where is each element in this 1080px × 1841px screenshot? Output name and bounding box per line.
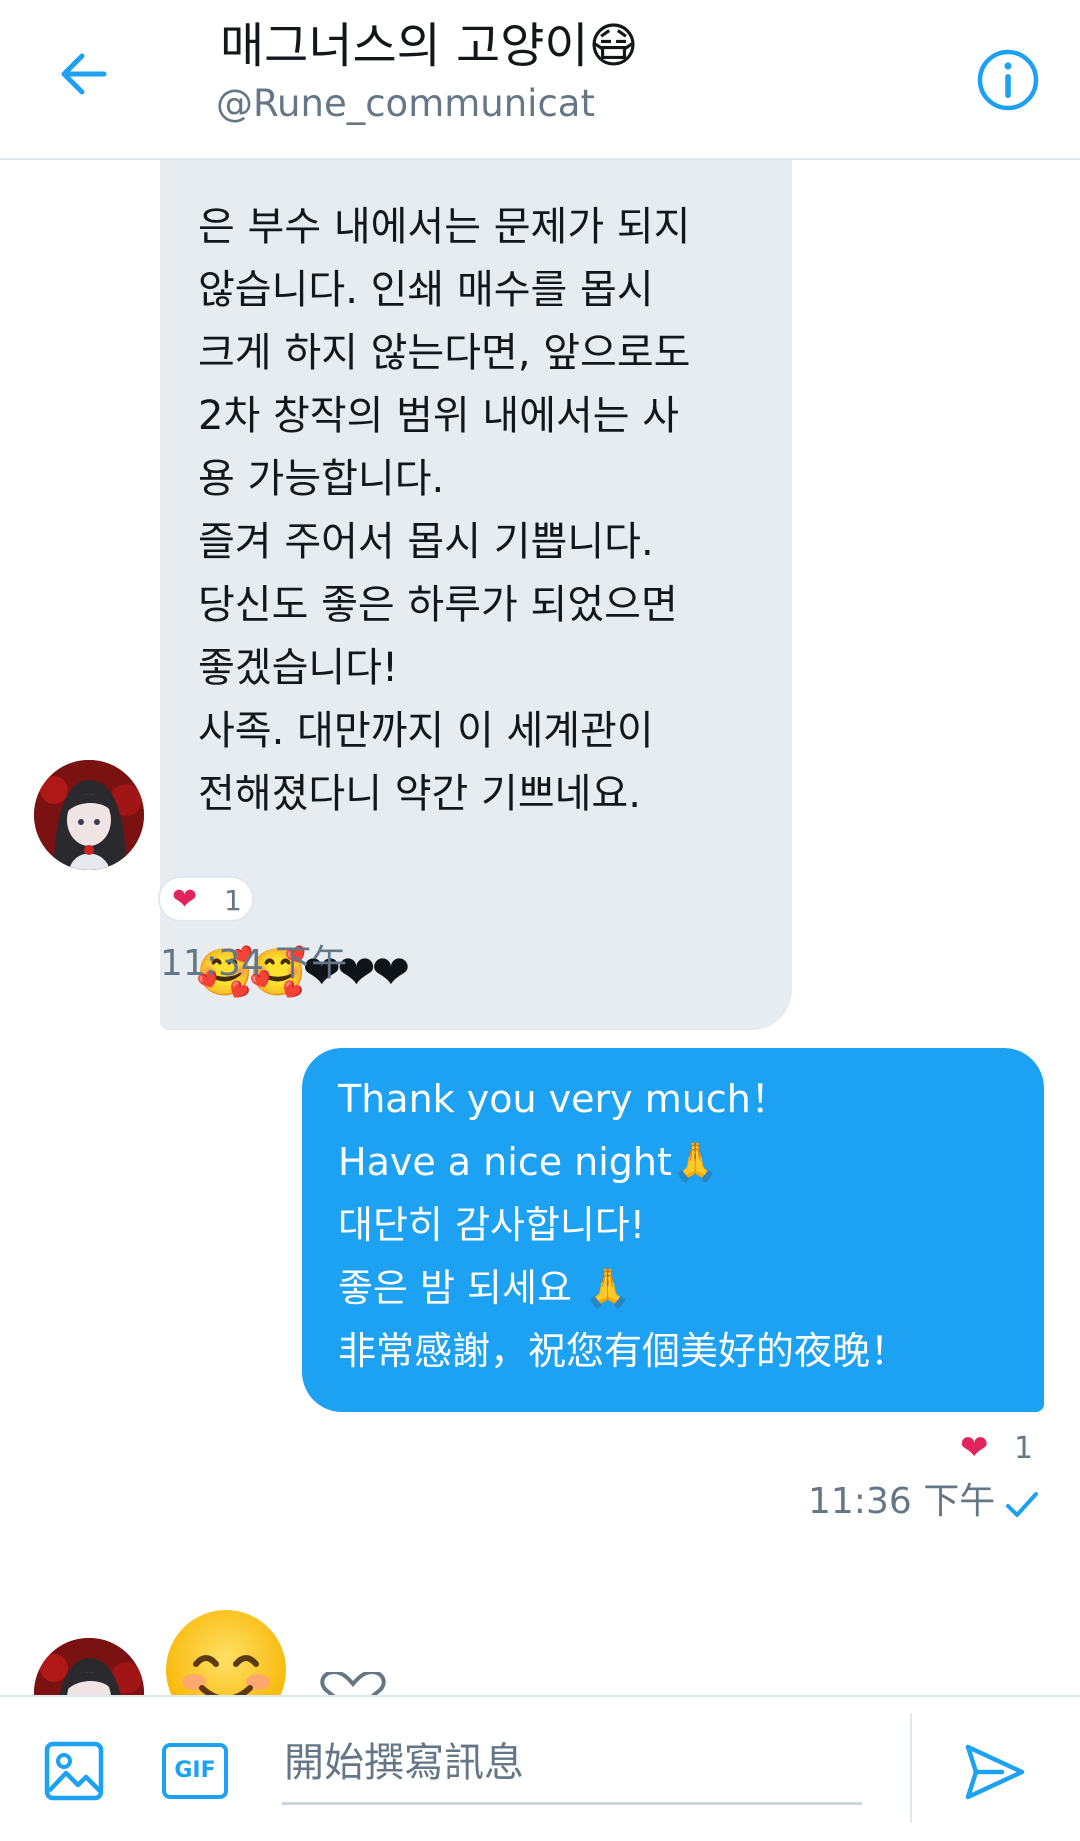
received-reaction-pill[interactable]: ❤ 1 xyxy=(158,876,254,922)
heart-icon: ❤ xyxy=(960,1428,989,1468)
sent-message-text: Thank you very much！ Have a nice night🙏 … xyxy=(338,1077,909,1373)
info-icon[interactable] xyxy=(976,48,1040,112)
sent-reaction[interactable]: ❤ 1 xyxy=(960,1424,1040,1474)
checkmark-icon xyxy=(1006,1492,1038,1517)
avatar[interactable] xyxy=(34,1638,144,1695)
conversation-handle[interactable]: @Rune_communicat xyxy=(216,80,595,128)
message-input[interactable] xyxy=(282,1723,862,1805)
conversation-header: 매그너스의 고양이😷 @Rune_communicat xyxy=(0,0,1080,160)
sent-timestamp: 11:36 下午 xyxy=(808,1481,996,1522)
arrow-left-icon[interactable] xyxy=(52,42,116,106)
send-icon[interactable] xyxy=(962,1739,1028,1805)
add-reaction-icon[interactable] xyxy=(318,1672,388,1695)
message-composer: GIF xyxy=(0,1695,1080,1841)
heart-icon: ❤ xyxy=(172,882,198,917)
reaction-count: 1 xyxy=(224,884,242,917)
avatar[interactable] xyxy=(34,760,144,870)
divider xyxy=(910,1713,912,1823)
reaction-count: 1 xyxy=(1014,1431,1034,1466)
gif-button[interactable]: GIF xyxy=(162,1743,228,1799)
smiling-face-emoji[interactable] xyxy=(164,1608,288,1695)
received-timestamp: 11:34 下午 xyxy=(160,943,348,984)
received-message-bubble[interactable]: 은 부수 내에서는 문제가 되지 않습니다. 인쇄 매수를 몹시 크게 하지 않… xyxy=(160,160,792,1030)
image-icon[interactable] xyxy=(44,1741,104,1801)
sent-message-bubble[interactable]: Thank you very much！ Have a nice night🙏 … xyxy=(302,1048,1044,1412)
received-message-text: 은 부수 내에서는 문제가 되지 않습니다. 인쇄 매수를 몹시 크게 하지 않… xyxy=(198,204,691,817)
message-thread[interactable]: 은 부수 내에서는 문제가 되지 않습니다. 인쇄 매수를 몹시 크게 하지 않… xyxy=(0,160,1080,1695)
conversation-title[interactable]: 매그너스의 고양이😷 xyxy=(220,14,639,78)
